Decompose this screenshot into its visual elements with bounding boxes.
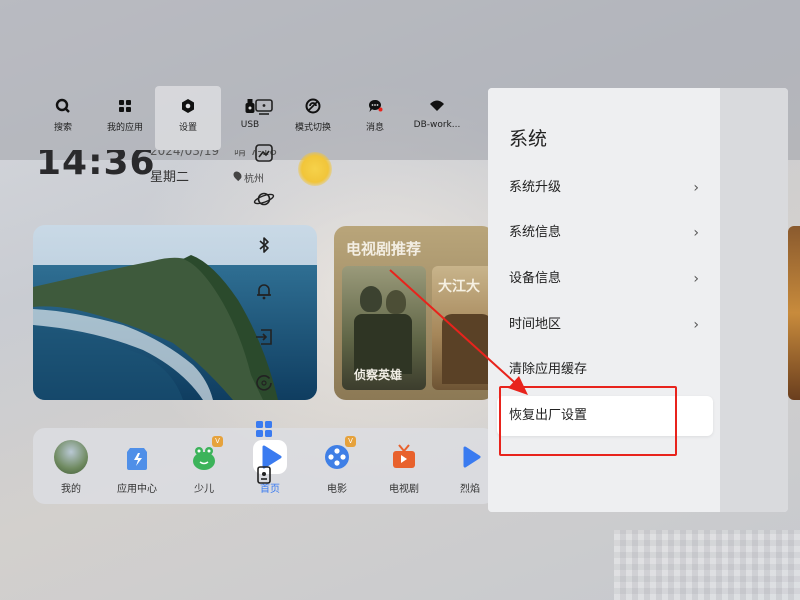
nav-search[interactable]: 搜索 bbox=[30, 92, 96, 150]
circle-refresh-icon[interactable] bbox=[253, 372, 275, 394]
play-icon bbox=[453, 440, 487, 474]
avatar-icon bbox=[54, 440, 88, 474]
menu-item-label: 系统升级 bbox=[509, 180, 561, 195]
dock-label-lieyan: 烈焰 bbox=[460, 484, 480, 495]
nav-settings[interactable]: 设置 bbox=[155, 86, 221, 150]
bell-icon[interactable] bbox=[253, 280, 275, 302]
kids-frog-icon: V bbox=[187, 440, 221, 474]
date-partial: 2024/03/19 bbox=[150, 150, 219, 160]
search-icon bbox=[55, 98, 71, 114]
chevron-right-icon: › bbox=[693, 305, 699, 345]
mode-switch-icon bbox=[305, 98, 321, 114]
vip-badge: V bbox=[345, 436, 356, 447]
poster-2-title: 大江大 bbox=[438, 276, 480, 296]
settings-panel-title: 系统 bbox=[509, 124, 547, 151]
nav-mode-switch[interactable]: 模式切换 bbox=[280, 92, 346, 150]
nav-label-search: 搜索 bbox=[54, 123, 72, 133]
menu-item-system-upgrade[interactable]: 系统升级 › bbox=[497, 168, 713, 208]
tv-recommend-card[interactable]: 电视剧推荐 侦察英雄 大江大 bbox=[334, 226, 494, 400]
input-source-icon[interactable] bbox=[253, 326, 275, 348]
nav-wifi[interactable]: DB-work... bbox=[404, 92, 470, 150]
nav-my-apps[interactable]: 我的应用 bbox=[92, 92, 158, 150]
dock-label-tv-series: 电视剧 bbox=[389, 484, 419, 495]
poster-figure bbox=[360, 286, 382, 312]
display-icon[interactable] bbox=[253, 96, 275, 118]
sun-icon bbox=[298, 152, 332, 186]
poster-figures-body bbox=[442, 314, 492, 384]
app-center-icon bbox=[120, 440, 154, 474]
chevron-right-icon: › bbox=[693, 259, 699, 299]
nav-label-my-apps: 我的应用 bbox=[107, 123, 143, 133]
chevron-right-icon: › bbox=[693, 213, 699, 253]
menu-item-label: 清除应用缓存 bbox=[509, 362, 587, 377]
city-location: 杭州 bbox=[244, 170, 264, 185]
nav-messages[interactable]: 消息 bbox=[342, 92, 408, 150]
tv-recommend-title: 电视剧推荐 bbox=[346, 238, 421, 259]
poster-1-title: 侦察英雄 bbox=[354, 366, 402, 383]
weekday: 星期二 bbox=[150, 166, 189, 185]
city-name: 杭州 bbox=[244, 174, 264, 185]
poster-1[interactable]: 侦察英雄 bbox=[342, 266, 426, 390]
poster-figure bbox=[386, 290, 406, 314]
planet-icon[interactable] bbox=[253, 188, 275, 210]
menu-item-label: 设备信息 bbox=[509, 271, 561, 286]
poster-figures-body bbox=[354, 314, 412, 374]
settings-category-rail bbox=[720, 88, 788, 512]
dock-item-movies[interactable]: V 电影 bbox=[310, 436, 364, 495]
poster-2[interactable]: 大江大 bbox=[432, 266, 494, 390]
menu-item-system-info[interactable]: 系统信息 › bbox=[497, 213, 713, 253]
menu-item-clear-cache[interactable]: 清除应用缓存 bbox=[497, 350, 713, 390]
wifi-icon bbox=[429, 98, 445, 114]
menu-item-label: 时间地区 bbox=[509, 317, 561, 332]
nav-label-messages: 消息 bbox=[366, 123, 384, 133]
apps-grid-icon bbox=[117, 98, 133, 114]
nav-label-usb: USB bbox=[241, 120, 259, 130]
tv-icon bbox=[387, 440, 421, 474]
dock-label-movies: 电影 bbox=[327, 484, 347, 495]
film-reel-icon: V bbox=[320, 440, 354, 474]
menu-item-label: 系统信息 bbox=[509, 225, 561, 240]
nav-label-mode-switch: 模式切换 bbox=[295, 123, 331, 133]
dock-item-tv-series[interactable]: 电视剧 bbox=[377, 436, 431, 495]
dock-item-kids[interactable]: V 少儿 bbox=[177, 436, 231, 495]
menu-item-time-region[interactable]: 时间地区 › bbox=[497, 305, 713, 345]
clock-time: 14:36 bbox=[36, 150, 156, 186]
chevron-right-icon: › bbox=[693, 168, 699, 208]
nav-label-settings: 设置 bbox=[179, 123, 197, 133]
annotation-highlight-box bbox=[499, 386, 677, 456]
dock-label-mine: 我的 bbox=[61, 484, 81, 495]
message-bubble-icon bbox=[367, 98, 383, 114]
dock-label-app-center: 应用中心 bbox=[117, 484, 157, 495]
dock-item-mine[interactable]: 我的 bbox=[44, 436, 98, 495]
apps-grid-blue-icon[interactable] bbox=[253, 418, 275, 440]
picture-icon[interactable] bbox=[253, 142, 275, 164]
menu-item-device-info[interactable]: 设备信息 › bbox=[497, 259, 713, 299]
nav-label-wifi: DB-work... bbox=[414, 120, 461, 130]
dock-label-kids: 少儿 bbox=[194, 484, 214, 495]
settings-hex-icon bbox=[180, 98, 196, 114]
device-info-icon[interactable] bbox=[253, 464, 275, 486]
watermark-pixelation bbox=[614, 530, 800, 600]
bluetooth-icon[interactable] bbox=[253, 234, 275, 256]
vip-badge: V bbox=[212, 436, 223, 447]
dock-item-app-center[interactable]: 应用中心 bbox=[110, 436, 164, 495]
offscreen-card-edge bbox=[788, 226, 800, 400]
